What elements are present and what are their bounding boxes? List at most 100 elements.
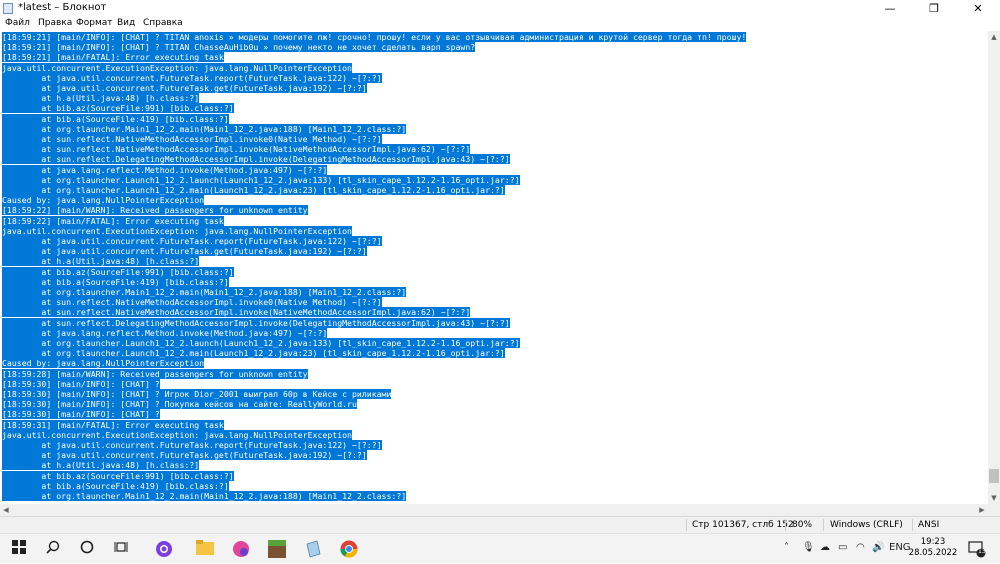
notepad-icon	[3, 3, 13, 14]
menu-format[interactable]: Формат	[76, 18, 113, 28]
log-line: at org.tlauncher.Launch1_12_2.launch(Lau…	[2, 338, 520, 348]
minimize-button[interactable]: —	[868, 0, 912, 17]
window-title: *latest – Блокнот	[18, 2, 107, 13]
selected-text: at bib.a(SourceFile:419) [bib.class:?]	[2, 480, 229, 491]
cortana-icon[interactable]	[78, 540, 96, 558]
selected-text: at h.a(Util.java:48) [h.class:?]	[2, 93, 200, 104]
alice-assistant-icon[interactable]	[155, 540, 173, 558]
taskbar: ˄ 🎙 ☁ ▭ ◠ 🔊 ENG 19:23 28.05.2022 13	[0, 533, 1000, 563]
close-button[interactable]: ✕	[956, 0, 1000, 17]
cloud-icon[interactable]: ☁	[820, 542, 830, 553]
clock[interactable]: 19:23 28.05.2022	[905, 537, 961, 559]
status-divider	[823, 519, 824, 531]
task-view-glyph-icon	[114, 542, 128, 552]
selected-text: java.util.concurrent.ExecutionException:…	[2, 225, 352, 236]
log-line: [18:59:30] [main/INFO]: [CHAT] ? Покупка…	[2, 399, 357, 410]
log-line: at sun.reflect.DelegatingMethodAccessorI…	[2, 154, 510, 165]
log-line: at org.tlauncher.Main1_12_2.main(Main1_1…	[2, 287, 407, 297]
log-line: at java.util.concurrent.FutureTask.repor…	[2, 440, 382, 450]
battery-icon[interactable]: ▭	[838, 542, 847, 553]
chevron-up-icon[interactable]: ˄	[784, 542, 789, 553]
chrome-icon[interactable]	[340, 540, 358, 558]
log-line: [18:59:31] [main/FATAL]: Error executing…	[2, 419, 224, 430]
log-line: at bib.az(SourceFile:991) [bib.class:?]	[2, 470, 234, 481]
speaker-icon[interactable]: 🔊	[872, 542, 884, 553]
text-editor[interactable]: [18:59:21] [main/INFO]: [CHAT] ? TITAN a…	[0, 31, 988, 504]
selected-text: Caused by: java.lang.NullPointerExceptio…	[2, 358, 205, 369]
selected-text: [18:59:21] [main/INFO]: [CHAT] ? TITAN C…	[2, 42, 476, 53]
selected-text: at org.tlauncher.Launch1_12_2.main(Launc…	[2, 185, 505, 195]
selected-text: [18:59:30] [main/INFO]: [CHAT] ? Игрок D…	[2, 389, 392, 399]
selected-text: at java.util.concurrent.FutureTask.repor…	[2, 236, 382, 246]
selected-text: at bib.a(SourceFile:419) [bib.class:?]	[2, 113, 229, 124]
notepad-task-icon[interactable]	[304, 540, 322, 558]
selected-text: at java.util.concurrent.FutureTask.get(F…	[2, 450, 367, 461]
log-line: at java.util.concurrent.FutureTask.repor…	[2, 236, 382, 246]
selected-text: at sun.reflect.NativeMethodAccessorImpl.…	[2, 144, 471, 155]
log-line: Caused by: java.lang.NullPointerExceptio…	[2, 195, 205, 206]
scroll-right-icon[interactable]: ▶	[976, 504, 988, 516]
minecraft-icon[interactable]	[268, 540, 286, 558]
selected-text: java.util.concurrent.ExecutionException:…	[2, 62, 352, 73]
cortana-ring-icon	[80, 540, 94, 554]
selected-text: at java.util.concurrent.FutureTask.get(F…	[2, 246, 367, 257]
selected-text: at sun.reflect.DelegatingMethodAccessorI…	[2, 317, 510, 328]
notification-center-icon[interactable]: 13	[968, 540, 986, 558]
scrollbar-corner	[988, 504, 1000, 516]
selected-text: [18:59:30] [main/INFO]: [CHAT] ? Покупка…	[2, 399, 357, 410]
log-line: at bib.a(SourceFile:419) [bib.class:?]	[2, 480, 229, 491]
status-divider	[912, 519, 913, 531]
scroll-up-icon[interactable]: ▲	[988, 31, 1000, 43]
file-explorer-icon[interactable]	[196, 540, 214, 558]
log-line: at bib.az(SourceFile:991) [bib.class:?]	[2, 103, 234, 114]
app-badge-icon[interactable]	[232, 540, 250, 558]
selected-text: at bib.az(SourceFile:991) [bib.class:?]	[2, 266, 234, 277]
log-line: at java.lang.reflect.Method.invoke(Metho…	[2, 327, 328, 338]
zoom-level: 80%	[792, 520, 813, 530]
start-windows-icon[interactable]	[10, 540, 28, 558]
selected-text: [18:59:22] [main/FATAL]: Error executing…	[2, 215, 224, 226]
task-view-icon[interactable]	[112, 540, 130, 558]
scroll-thumb[interactable]	[989, 469, 999, 483]
horizontal-scrollbar[interactable]: ◀ ▶	[0, 504, 988, 516]
log-line: [18:59:30] [main/INFO]: [CHAT] ?	[2, 409, 160, 420]
status-bar: Стр 101367, стлб 152 80% Windows (CRLF) …	[0, 516, 1000, 533]
log-line: at h.a(Util.java:48) [h.class:?]	[2, 93, 200, 104]
log-line: Caused by: java.lang.NullPointerExceptio…	[2, 358, 205, 369]
menu-edit[interactable]: Правка	[38, 18, 72, 28]
scroll-down-icon[interactable]: ▼	[988, 492, 1000, 504]
folder-icon	[196, 540, 214, 555]
colorful-app-icon	[233, 541, 249, 557]
scroll-left-icon[interactable]: ◀	[0, 504, 12, 516]
maximize-button[interactable]: ❐	[912, 0, 956, 17]
log-line: java.util.concurrent.ExecutionException:…	[2, 62, 352, 73]
microphone-icon[interactable]: 🎙	[802, 542, 815, 553]
selected-text: at java.util.concurrent.FutureTask.repor…	[2, 440, 382, 450]
menu-view[interactable]: Вид	[117, 18, 135, 28]
selected-text: at org.tlauncher.Main1_12_2.main(Main1_1…	[2, 287, 407, 297]
log-line: at java.util.concurrent.FutureTask.get(F…	[2, 83, 367, 93]
log-line: at bib.a(SourceFile:419) [bib.class:?]	[2, 276, 229, 287]
log-line: at sun.reflect.NativeMethodAccessorImpl.…	[2, 297, 382, 308]
selected-text: at java.lang.reflect.Method.invoke(Metho…	[2, 164, 328, 175]
notification-count: 13	[978, 548, 986, 555]
title-bar: *latest – Блокнот — ❐ ✕	[0, 0, 1000, 17]
selected-text: at bib.a(SourceFile:419) [bib.class:?]	[2, 276, 229, 287]
search-icon[interactable]	[44, 540, 62, 558]
log-line: at java.lang.reflect.Method.invoke(Metho…	[2, 164, 328, 175]
menu-help[interactable]: Справка	[143, 18, 183, 28]
selected-text: at sun.reflect.NativeMethodAccessorImpl.…	[2, 297, 382, 308]
vertical-scrollbar[interactable]: ▲ ▼	[988, 31, 1000, 504]
wifi-icon[interactable]: ◠	[856, 542, 865, 553]
menu-file[interactable]: Файл	[5, 18, 30, 28]
log-line: at java.util.concurrent.FutureTask.get(F…	[2, 450, 367, 461]
selected-text: Caused by: java.lang.NullPointerExceptio…	[2, 195, 205, 206]
log-line: at org.tlauncher.Main1_12_2.main(Main1_1…	[2, 123, 407, 134]
selected-text: at sun.reflect.NativeMethodAccessorImpl.…	[2, 307, 471, 318]
log-line: at h.a(Util.java:48) [h.class:?]	[2, 460, 200, 471]
menu-bar: Файл Правка Формат Вид Справка	[0, 17, 1000, 31]
log-line: at java.util.concurrent.FutureTask.repor…	[2, 72, 382, 83]
selected-text: [18:59:30] [main/INFO]: [CHAT] ?	[2, 409, 160, 420]
log-line: [18:59:28] [main/WARN]: Received passeng…	[2, 368, 308, 379]
encoding: ANSI	[918, 520, 940, 530]
